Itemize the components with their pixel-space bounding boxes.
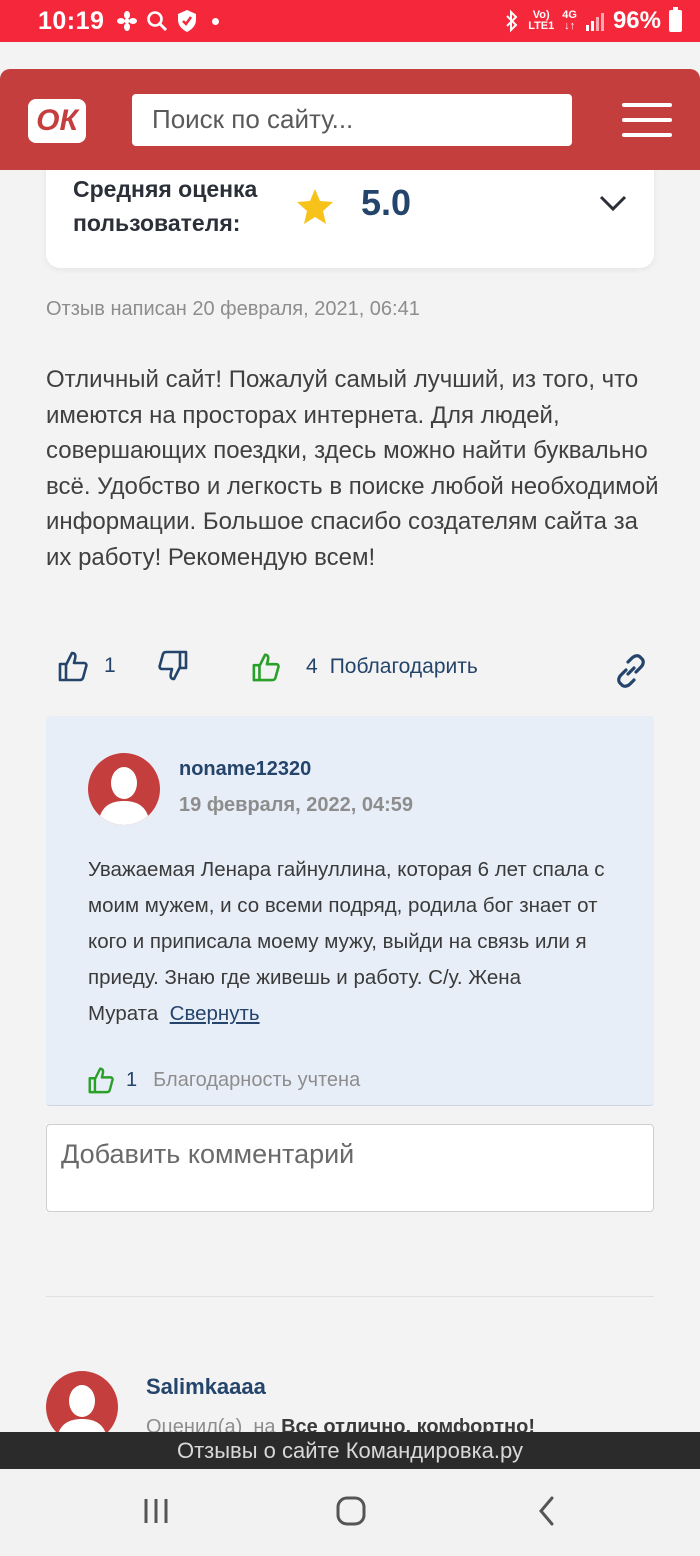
reply-thanks: 1 Благодарность учтена	[88, 1066, 360, 1094]
status-time: 10:19	[38, 6, 105, 35]
battery-icon	[669, 7, 682, 32]
recent-apps-icon[interactable]	[142, 1495, 170, 1527]
search-input[interactable]: Поиск по сайту...	[132, 93, 572, 146]
link-icon[interactable]	[612, 652, 650, 690]
notification-dot-icon	[212, 17, 220, 25]
search-status-icon	[147, 11, 168, 32]
network-type: 4G ↓↑	[562, 9, 577, 32]
review-date: Отзыв написан 20 февраля, 2021, 06:41	[46, 298, 420, 320]
status-bar: 10:19 Vo) LTE1 4G ↓↑ 96%	[0, 0, 700, 42]
like-button[interactable]: 1	[58, 650, 116, 682]
site-logo[interactable]: ОК	[28, 98, 86, 143]
rating-label: Средняя оценка пользователя:	[73, 176, 258, 236]
reply-date: 19 февраля, 2022, 04:59	[179, 794, 414, 816]
rating-value: 5.0	[361, 182, 412, 223]
review-text: Отличный сайт! Пожалуй самый лучший, из …	[46, 366, 659, 571]
star-icon	[297, 189, 333, 224]
review-actions: 1 4 Поблагодарить	[46, 648, 654, 688]
site-header: ОК Поиск по сайту...	[0, 69, 700, 170]
signal-icon	[585, 13, 604, 31]
comment-input[interactable]: Добавить комментарий	[46, 1124, 654, 1212]
collapse-link[interactable]: Свернуть	[170, 1002, 260, 1025]
thanks-button[interactable]: 4 Поблагодарить	[252, 652, 478, 682]
home-icon[interactable]	[335, 1495, 367, 1527]
reply-thanks-status: Благодарность учтена	[153, 1068, 361, 1091]
user-avatar-icon	[98, 767, 150, 825]
battery-percent: 96%	[612, 7, 661, 34]
reply-text: Уважаемая Ленара гайнуллина, которая 6 л…	[88, 852, 618, 1032]
like-count: 1	[104, 654, 116, 677]
system-nav-bar	[0, 1469, 700, 1556]
thanks-count: 4	[306, 655, 318, 678]
thanks-label: Поблагодарить	[329, 655, 478, 678]
menu-icon[interactable]	[622, 102, 672, 137]
thanks-thumb-icon	[252, 653, 280, 682]
reply-body: Уважаемая Ленара гайнуллина, которая 6 л…	[88, 858, 605, 1025]
reply-username[interactable]: noname12320	[179, 758, 311, 781]
avatar[interactable]	[88, 753, 160, 825]
bluetooth-icon	[506, 9, 518, 33]
volte-indicator: Vo) LTE1	[528, 9, 555, 32]
divider	[46, 1296, 654, 1297]
back-icon[interactable]	[536, 1495, 558, 1527]
page-title-bar: Отзывы о сайте Командировка.ру	[0, 1432, 700, 1469]
shield-icon	[178, 10, 197, 32]
next-review-username[interactable]: Salimkaaaa	[146, 1374, 266, 1400]
dislike-button[interactable]	[158, 650, 188, 682]
reply-block: noname12320 19 февраля, 2022, 04:59 Уваж…	[46, 716, 654, 1106]
fan-icon	[117, 11, 138, 31]
thanks-thumb-icon[interactable]	[88, 1066, 114, 1094]
chevron-down-icon[interactable]	[598, 194, 628, 212]
reply-thanks-count: 1	[126, 1068, 138, 1091]
thumbs-up-icon	[58, 651, 88, 682]
thumbs-down-icon	[158, 650, 188, 681]
